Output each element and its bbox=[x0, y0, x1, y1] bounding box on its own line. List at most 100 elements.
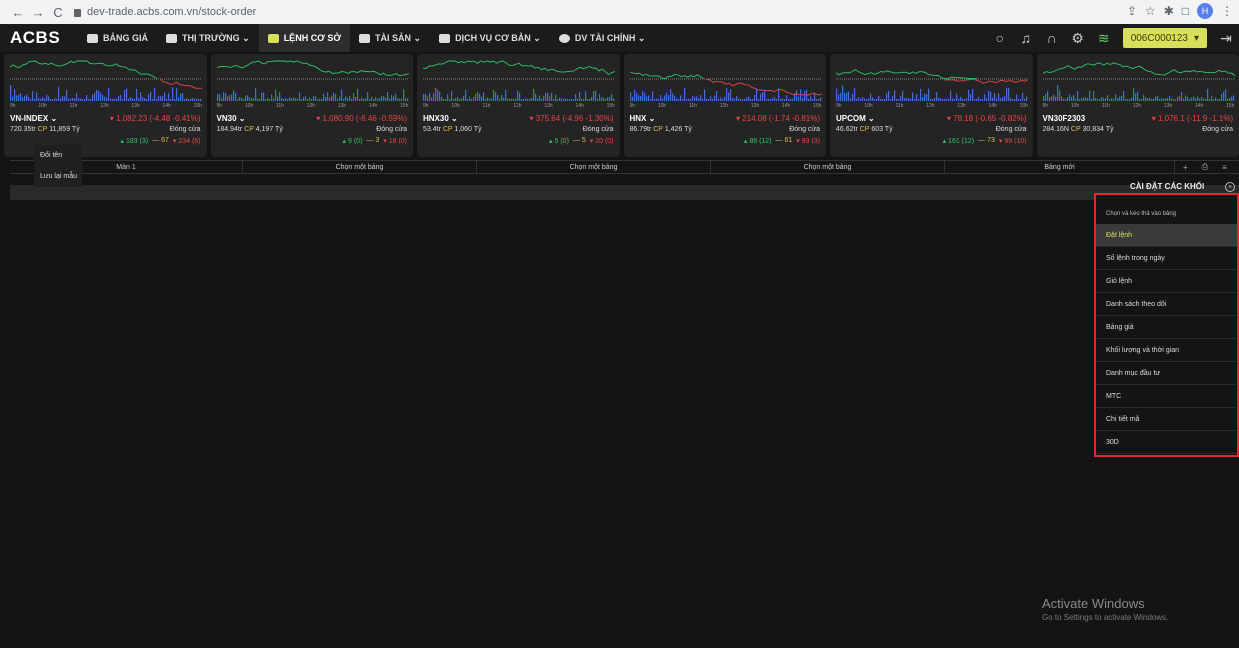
profile-avatar[interactable]: H bbox=[1197, 3, 1213, 19]
volume-bar bbox=[807, 98, 809, 101]
headset-icon[interactable]: ∩ bbox=[1045, 30, 1059, 46]
volume-bar bbox=[509, 98, 511, 101]
volume-bar bbox=[872, 97, 874, 101]
volume-bar bbox=[475, 93, 477, 101]
index-volume: 86.79tr CP 1,426 Tỷ bbox=[629, 126, 692, 133]
volume-bar bbox=[12, 96, 14, 101]
index-card[interactable]: 9h 10h 11h 12h 13h 14h 15h VN30 ⌄ ▾ 1,080.90 (… bbox=[210, 54, 413, 157]
block-symbol-detail[interactable]: Chi tiết mã bbox=[1096, 408, 1237, 431]
volume-bar bbox=[1024, 98, 1026, 101]
index-card[interactable]: 9h 10h 11h 12h 13h 14h 15h VN30F2303 ▾ 1,076.1… bbox=[1036, 54, 1239, 157]
address-bar[interactable]: dev-trade.acbs.com.vn/stock-order bbox=[74, 3, 256, 21]
index-name[interactable]: VN30F2303 bbox=[1043, 114, 1086, 123]
index-card[interactable]: 9h 10h 11h 12h 13h 14h 15h UPCOM ⌄ ▾ 78.18 (-0… bbox=[830, 54, 1033, 157]
volume-bar bbox=[1084, 97, 1086, 101]
browser-bar: ← → C dev-trade.acbs.com.vn/stock-order … bbox=[0, 0, 1239, 24]
lock-icon bbox=[74, 9, 81, 17]
volume-bar bbox=[595, 90, 597, 101]
menu-stock-order[interactable]: LỆNH CƠ SỞ bbox=[258, 24, 351, 52]
menu-assets[interactable]: TÀI SẢN ⌄ bbox=[350, 24, 430, 52]
volume-bar bbox=[982, 98, 984, 101]
index-name[interactable]: VN-INDEX ⌄ bbox=[10, 114, 57, 123]
chart-line-icon bbox=[166, 33, 177, 43]
menu-financial-services[interactable]: DV TÀI CHÍNH ⌄ bbox=[550, 24, 655, 52]
block-order-basket[interactable]: Giỏ lệnh bbox=[1096, 270, 1237, 293]
tab-choose-board[interactable]: Chọn một bảng bbox=[711, 161, 945, 173]
volume-bar bbox=[485, 98, 487, 101]
index-card[interactable]: 9h 10h 11h 12h 13h 14h 15h HNX ⌄ ▾ 214.08 (-1.… bbox=[623, 54, 826, 157]
account-selector[interactable]: 006C000123 ▾ bbox=[1122, 28, 1207, 48]
index-name[interactable]: HNX ⌄ bbox=[630, 114, 656, 123]
volume-bar bbox=[328, 97, 330, 101]
volume-bar bbox=[1124, 98, 1126, 101]
volume-bar bbox=[435, 87, 437, 101]
volume-bar bbox=[633, 89, 635, 101]
volume-bar bbox=[457, 96, 459, 101]
volume-bar bbox=[16, 95, 18, 101]
volume-bar bbox=[1116, 98, 1118, 101]
volume-bar bbox=[962, 98, 964, 101]
print-icon[interactable]: ⎙ bbox=[1202, 162, 1208, 172]
volume-bar bbox=[886, 93, 888, 101]
tab-choose-board[interactable]: Chọn một bảng bbox=[243, 161, 477, 173]
volume-bar bbox=[362, 98, 364, 101]
menu-market[interactable]: THỊ TRƯỜNG ⌄ bbox=[157, 24, 259, 52]
volume-bar bbox=[771, 97, 773, 101]
volume-bar bbox=[164, 92, 166, 101]
search-icon[interactable]: ○ bbox=[993, 30, 1007, 46]
forward-arrow-icon[interactable]: → bbox=[28, 5, 48, 20]
add-tab-icon[interactable]: + bbox=[1183, 163, 1188, 172]
volume-bar bbox=[354, 96, 356, 101]
block-place-order[interactable]: Đặt lệnh bbox=[1096, 224, 1237, 247]
volume-bar bbox=[693, 96, 695, 101]
volume-bar bbox=[699, 95, 701, 101]
block-watchlist[interactable]: Danh sách theo dõi bbox=[1096, 293, 1237, 316]
reload-icon[interactable]: C bbox=[48, 5, 68, 20]
notification-icon[interactable]: ♫ bbox=[1019, 30, 1033, 46]
volume-bar bbox=[10, 85, 12, 101]
volume-bar bbox=[737, 98, 739, 101]
browser-menu-icon[interactable]: ⋮ bbox=[1221, 4, 1233, 18]
rename-option[interactable]: Đổi tên bbox=[34, 145, 82, 166]
block-mtc[interactable]: MTC bbox=[1096, 385, 1237, 408]
volume-bar bbox=[70, 98, 72, 101]
logout-icon[interactable]: ⇥ bbox=[1219, 30, 1233, 47]
volume-bar bbox=[671, 93, 673, 101]
menu-price-board[interactable]: BẢNG GIÁ bbox=[78, 24, 157, 52]
extensions-icon[interactable]: ✱ bbox=[1164, 4, 1174, 18]
block-price-board[interactable]: Bảng giá bbox=[1096, 316, 1237, 339]
volume-bar bbox=[252, 98, 254, 101]
volume-bar bbox=[330, 95, 332, 101]
bookmark-star-icon[interactable]: ☆ bbox=[1145, 4, 1156, 18]
block-portfolio[interactable]: Danh mục đầu tư bbox=[1096, 362, 1237, 385]
volume-bar bbox=[1210, 95, 1212, 101]
market-breadth: ▴ 86 (12) — 61 ▾ 93 (3) bbox=[743, 137, 820, 145]
block-volume-time[interactable]: Khối lượng và thời gian bbox=[1096, 339, 1237, 362]
index-name[interactable]: VN30 ⌄ bbox=[217, 114, 246, 123]
volume-bar bbox=[727, 92, 729, 101]
volume-bar bbox=[1186, 96, 1188, 101]
volume-bar bbox=[713, 95, 715, 101]
block-30d[interactable]: 30D bbox=[1096, 431, 1237, 454]
menu-icon[interactable]: ≡ bbox=[1222, 163, 1227, 172]
gear-icon[interactable]: ⚙ bbox=[1071, 30, 1085, 47]
volume-bar bbox=[970, 94, 972, 101]
index-card[interactable]: 9h 10h 11h 12h 13h 14h 15h HNX30 ⌄ ▾ 375.64 (-… bbox=[417, 54, 620, 157]
back-arrow-icon[interactable]: ← bbox=[8, 5, 28, 20]
index-name[interactable]: UPCOM ⌄ bbox=[836, 114, 875, 123]
tab-new-board[interactable]: Bảng mới bbox=[945, 161, 1175, 173]
share-icon[interactable]: ⇪ bbox=[1127, 4, 1137, 18]
volume-bar bbox=[304, 96, 306, 101]
block-daily-order-book[interactable]: Sổ lệnh trong ngày bbox=[1096, 247, 1237, 270]
menu-basic-services[interactable]: DỊCH VỤ CƠ BẢN ⌄ bbox=[430, 24, 550, 52]
grid-icon bbox=[439, 33, 451, 43]
index-name[interactable]: HNX30 ⌄ bbox=[423, 114, 458, 123]
volume-bar bbox=[390, 95, 392, 101]
close-icon[interactable]: × bbox=[1225, 182, 1235, 192]
index-card[interactable]: 9h 10h 11h 12h 13h 14h 15h VN-INDEX ⌄ ▾ 1,082.… bbox=[4, 54, 207, 157]
acbs-logo[interactable]: ACBS bbox=[10, 28, 78, 48]
tab-window-icon[interactable]: □ bbox=[1182, 4, 1189, 18]
tab-choose-board[interactable]: Chọn một bảng bbox=[477, 161, 711, 173]
save-template-option[interactable]: Lưu lại mẫu bbox=[34, 166, 82, 187]
volume-bar bbox=[230, 94, 232, 101]
